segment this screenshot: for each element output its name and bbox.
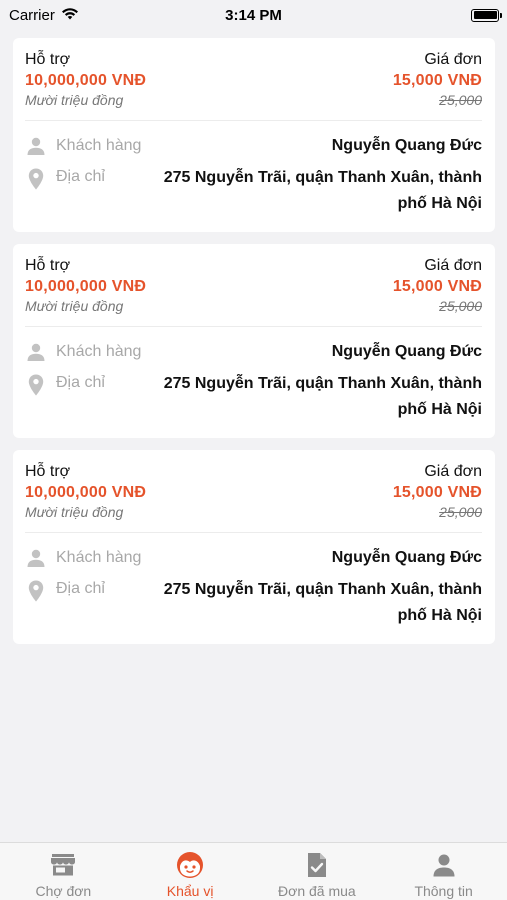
support-amount-words: Mười triệu đồng [25, 504, 124, 520]
tab-label: Khẩu vị [166, 883, 214, 899]
wifi-icon [61, 7, 79, 24]
order-card-header: Hỗ trợ 10,000,000 VNĐ Mười triệu đồng Gi… [25, 38, 482, 121]
store-icon [50, 852, 76, 878]
price-label: Giá đơn [424, 463, 482, 480]
tab-cho-don[interactable]: Chợ đơn [0, 843, 127, 900]
support-label: Hỗ trợ [25, 463, 71, 480]
support-amount: 10,000,000 VNĐ [25, 484, 147, 501]
customer-row: Khách hàng Nguyễn Quang Đức [25, 128, 482, 164]
address-value: 275 Nguyễn Trãi, quận Thanh Xuân, thành … [163, 581, 482, 624]
tab-label: Chợ đơn [35, 883, 92, 899]
address-value: 275 Nguyễn Trãi, quận Thanh Xuân, thành … [163, 169, 482, 212]
support-label: Hỗ trợ [25, 257, 71, 274]
customer-label: Khách hàng [56, 549, 142, 566]
customer-row: Khách hàng Nguyễn Quang Đức [25, 334, 482, 370]
customer-row: Khách hàng Nguyễn Quang Đức [25, 540, 482, 576]
price-amount: 15,000 VNĐ [392, 278, 482, 295]
original-price: 25,000 [439, 92, 482, 108]
support-amount-words: Mười triệu đồng [25, 298, 124, 314]
location-pin-icon [25, 168, 47, 190]
order-list: Hỗ trợ 10,000,000 VNĐ Mười triệu đồng Gi… [13, 38, 495, 656]
location-pin-icon [25, 374, 47, 396]
original-price: 25,000 [439, 504, 482, 520]
address-row: Địa chỉ 275 Nguyễn Trãi, quận Thanh Xuân… [25, 371, 482, 423]
tab-thong-tin[interactable]: Thông tin [380, 843, 507, 900]
support-amount: 10,000,000 VNĐ [25, 72, 147, 89]
price-label: Giá đơn [424, 257, 482, 274]
address-row: Địa chỉ 275 Nguyễn Trãi, quận Thanh Xuân… [25, 165, 482, 217]
support-label: Hỗ trợ [25, 51, 71, 68]
price-amount: 15,000 VNĐ [392, 484, 482, 501]
address-label: Địa chỉ [56, 374, 105, 391]
person-icon [25, 341, 47, 363]
customer-label: Khách hàng [56, 343, 142, 360]
order-card[interactable]: Hỗ trợ 10,000,000 VNĐ Mười triệu đồng Gi… [13, 450, 495, 644]
customer-label: Khách hàng [56, 137, 142, 154]
support-amount: 10,000,000 VNĐ [25, 278, 147, 295]
face-icon [176, 852, 204, 878]
customer-name: Nguyễn Quang Đức [331, 549, 482, 566]
order-card-header: Hỗ trợ 10,000,000 VNĐ Mười triệu đồng Gi… [25, 450, 482, 533]
address-label: Địa chỉ [56, 168, 105, 185]
address-label: Địa chỉ [56, 580, 105, 597]
person-icon [25, 135, 47, 157]
original-price: 25,000 [439, 298, 482, 314]
price-label: Giá đơn [424, 51, 482, 68]
tab-don-da-mua[interactable]: Đơn đã mua [254, 843, 381, 900]
address-value: 275 Nguyễn Trãi, quận Thanh Xuân, thành … [163, 375, 482, 418]
battery-icon [471, 8, 502, 22]
support-amount-words: Mười triệu đồng [25, 92, 124, 108]
customer-name: Nguyễn Quang Đức [331, 343, 482, 360]
order-card-header: Hỗ trợ 10,000,000 VNĐ Mười triệu đồng Gi… [25, 244, 482, 327]
tab-khau-vi[interactable]: Khẩu vị [127, 843, 254, 900]
order-card[interactable]: Hỗ trợ 10,000,000 VNĐ Mười triệu đồng Gi… [13, 244, 495, 438]
purchased-doc-icon [306, 852, 328, 878]
tab-label: Thông tin [414, 883, 473, 899]
person-icon [25, 547, 47, 569]
person-icon [432, 852, 456, 878]
status-bar: Carrier 3:14 PM [0, 0, 507, 30]
customer-name: Nguyễn Quang Đức [331, 137, 482, 154]
status-left: Carrier [9, 7, 79, 24]
tab-bar: Chợ đơn Khẩu vị Đơn đã mua Thông tin [0, 842, 507, 900]
order-card[interactable]: Hỗ trợ 10,000,000 VNĐ Mười triệu đồng Gi… [13, 38, 495, 232]
price-amount: 15,000 VNĐ [392, 72, 482, 89]
carrier-label: Carrier [9, 6, 55, 24]
tab-label: Đơn đã mua [278, 883, 356, 899]
address-row: Địa chỉ 275 Nguyễn Trãi, quận Thanh Xuân… [25, 577, 482, 629]
location-pin-icon [25, 580, 47, 602]
